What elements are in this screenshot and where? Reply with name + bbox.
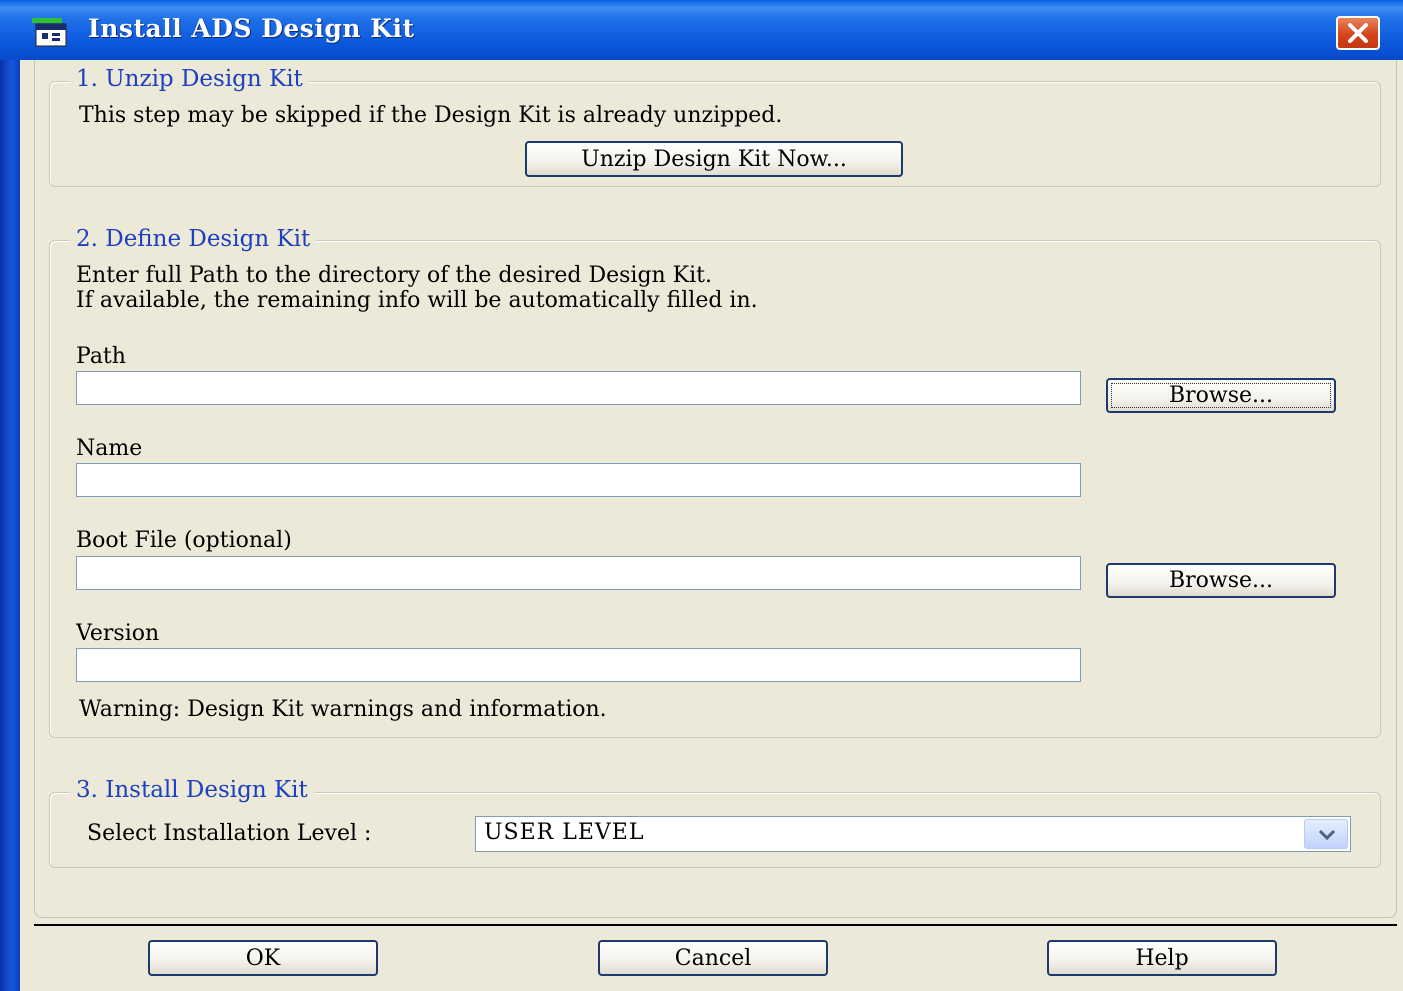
window-title: Install ADS Design Kit bbox=[88, 14, 415, 43]
installation-level-select[interactable]: USER LEVEL bbox=[475, 816, 1351, 852]
define-group-title: 2. Define Design Kit bbox=[70, 226, 317, 252]
version-label: Version bbox=[76, 621, 160, 646]
unzip-now-button[interactable]: Unzip Design Kit Now... bbox=[525, 141, 903, 177]
app-icon bbox=[30, 18, 74, 48]
unzip-now-label: Unzip Design Kit Now... bbox=[581, 146, 847, 172]
cancel-button[interactable]: Cancel bbox=[598, 940, 828, 976]
name-input[interactable] bbox=[76, 463, 1081, 497]
ok-button[interactable]: OK bbox=[148, 940, 378, 976]
help-button[interactable]: Help bbox=[1047, 940, 1277, 976]
dropdown-button[interactable] bbox=[1304, 819, 1348, 849]
boot-browse-label: Browse... bbox=[1168, 568, 1274, 593]
help-label: Help bbox=[1135, 945, 1189, 971]
define-instructions-line1: Enter full Path to the directory of the … bbox=[76, 263, 712, 288]
boot-file-label: Boot File (optional) bbox=[76, 528, 292, 553]
warning-text: Warning: Design Kit warnings and informa… bbox=[79, 697, 607, 722]
define-instructions-line2: If available, the remaining info will be… bbox=[76, 288, 758, 313]
window-left-border bbox=[0, 60, 20, 991]
close-button[interactable] bbox=[1336, 16, 1380, 50]
bottom-separator bbox=[34, 924, 1397, 926]
unzip-description: This step may be skipped if the Design K… bbox=[79, 103, 783, 128]
path-input[interactable] bbox=[76, 371, 1081, 405]
installation-level-label: Select Installation Level : bbox=[87, 821, 372, 846]
path-browse-button[interactable]: Browse... bbox=[1106, 378, 1336, 413]
name-label: Name bbox=[76, 436, 143, 461]
install-group-title: 3. Install Design Kit bbox=[70, 777, 314, 803]
boot-file-input[interactable] bbox=[76, 556, 1081, 590]
cancel-label: Cancel bbox=[674, 945, 752, 971]
boot-browse-button[interactable]: Browse... bbox=[1106, 563, 1336, 598]
title-bar[interactable]: Install ADS Design Kit bbox=[0, 0, 1403, 64]
installation-level-value: USER LEVEL bbox=[484, 820, 645, 845]
install-design-kit-dialog: Install ADS Design Kit 1. Unzip Design K… bbox=[0, 0, 1403, 991]
path-browse-label: Browse... bbox=[1168, 383, 1274, 408]
ok-label: OK bbox=[245, 945, 281, 971]
version-input[interactable] bbox=[76, 648, 1081, 682]
path-label: Path bbox=[76, 344, 126, 369]
unzip-group-title: 1. Unzip Design Kit bbox=[70, 66, 309, 92]
